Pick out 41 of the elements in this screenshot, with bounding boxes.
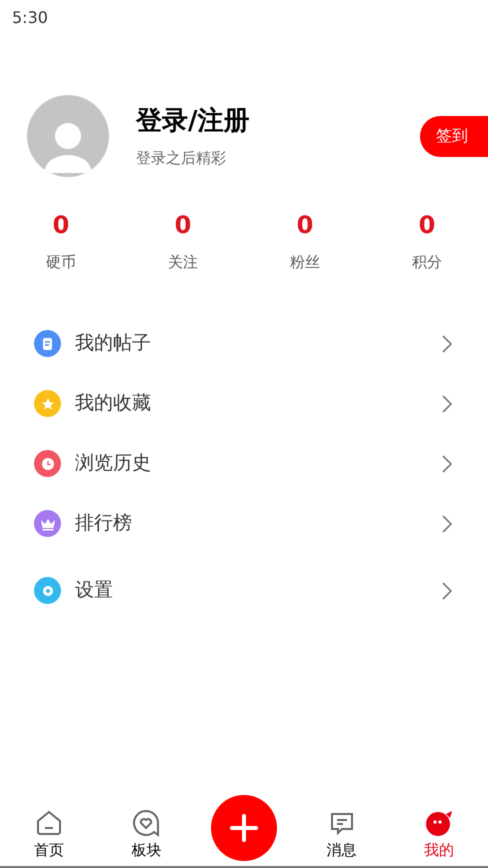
star-icon	[40, 396, 54, 410]
chevron-right-icon	[442, 514, 452, 532]
stat-label: 关注	[168, 252, 198, 273]
clock-icon	[40, 456, 54, 470]
crown-icon	[40, 516, 56, 530]
menu-item[interactable]: 排行榜	[0, 494, 488, 554]
menu-item[interactable]: 我的帖子	[0, 314, 488, 374]
stat-value: 0	[296, 210, 314, 241]
status-time: 5:30	[12, 6, 48, 28]
stat-value: 0	[418, 210, 436, 241]
note-icon	[40, 336, 54, 350]
menu-label: 我的帖子	[75, 331, 152, 356]
menu-label: 浏览历史	[75, 451, 152, 476]
nav-tab[interactable]: 我的	[390, 808, 488, 861]
check-in-button[interactable]: 签到	[420, 116, 488, 156]
stat-label: 硬币	[46, 252, 76, 273]
chevron-right-icon	[442, 454, 452, 472]
stat-label: 积分	[412, 252, 442, 273]
stat-value: 0	[174, 210, 192, 241]
stat-value: 0	[52, 210, 70, 241]
menu-item[interactable]: 设置	[0, 560, 488, 620]
plus-icon	[228, 813, 259, 843]
chevron-right-icon	[442, 394, 452, 412]
chevron-right-icon	[442, 334, 452, 352]
menu-item[interactable]: 我的收藏	[0, 374, 488, 434]
nav-tab[interactable]: 消息	[292, 810, 390, 861]
menu-item[interactable]: 浏览历史	[0, 434, 488, 494]
message-icon	[328, 810, 355, 836]
gear-icon	[40, 584, 54, 598]
menu-label: 我的收藏	[75, 391, 152, 416]
face-icon	[425, 808, 454, 836]
heart-bubble-icon	[132, 808, 160, 836]
nav-tab[interactable]: 板块	[98, 808, 196, 861]
home-icon	[34, 808, 63, 836]
login-subtitle: 登录之后精彩	[136, 148, 227, 170]
login-title[interactable]: 登录/注册	[136, 102, 250, 142]
menu-label: 排行榜	[75, 511, 133, 536]
menu-label: 设置	[75, 578, 114, 604]
chevron-right-icon	[442, 582, 452, 600]
nav-tab[interactable]: 首页	[0, 808, 98, 861]
stat-label: 粉丝	[290, 252, 320, 273]
